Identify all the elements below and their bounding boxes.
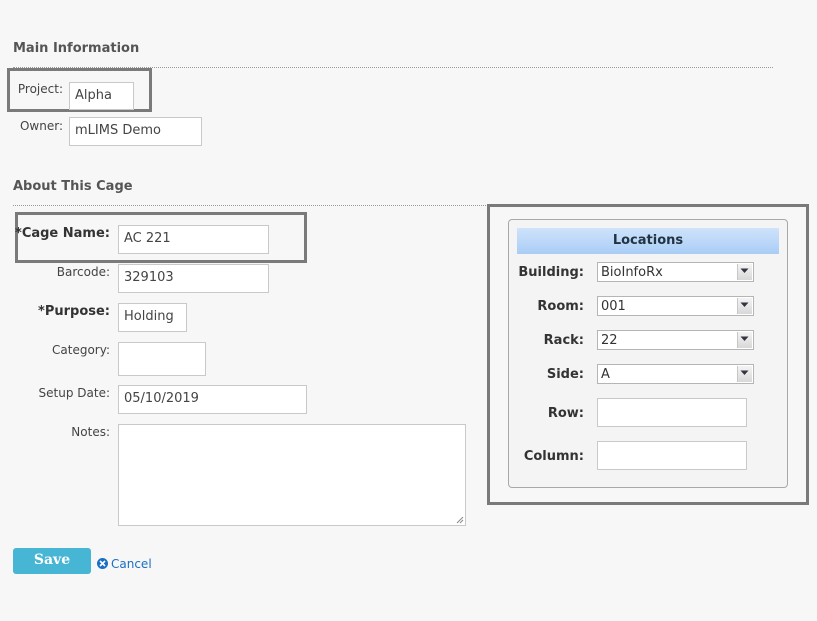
owner-label: Owner: xyxy=(19,119,63,133)
building-chevron-down-icon xyxy=(737,264,752,280)
cancel-link[interactable]: Cancel xyxy=(97,557,152,571)
rack-select-value: 22 xyxy=(601,333,618,348)
room-chevron-down-icon xyxy=(737,298,752,314)
cage-section-title: About This Cage xyxy=(13,179,133,194)
setup-date-label: Setup Date: xyxy=(38,386,110,400)
column-field[interactable] xyxy=(597,441,747,470)
category-field[interactable] xyxy=(118,342,206,376)
cancel-label: Cancel xyxy=(111,557,152,571)
barcode-field[interactable]: 329103 xyxy=(118,264,269,293)
column-label: Column: xyxy=(523,449,584,464)
project-field[interactable]: Alpha xyxy=(69,82,134,110)
row-label: Row: xyxy=(547,406,584,421)
notes-label: Notes: xyxy=(71,425,110,439)
category-label: Category: xyxy=(52,343,110,357)
side-chevron-down-icon xyxy=(737,366,752,382)
locations-header: Locations xyxy=(517,228,779,254)
resize-grip-icon[interactable] xyxy=(456,516,464,524)
owner-field[interactable]: mLIMS Demo xyxy=(69,117,202,146)
save-button[interactable]: Save xyxy=(13,548,91,574)
building-select[interactable]: BioInfoRx xyxy=(597,262,754,282)
room-label: Room: xyxy=(537,299,584,314)
room-select[interactable]: 001 xyxy=(597,296,754,316)
building-label: Building: xyxy=(518,265,584,280)
rack-label: Rack: xyxy=(543,333,584,348)
cancel-circle-x-icon xyxy=(97,558,108,569)
purpose-field[interactable]: Holding xyxy=(118,303,187,332)
main-info-title: Main Information xyxy=(13,41,140,56)
side-select[interactable]: A xyxy=(597,364,754,384)
cage-section-divider xyxy=(13,205,488,206)
project-label: Project: xyxy=(17,82,63,96)
room-select-value: 001 xyxy=(601,299,626,314)
rack-select[interactable]: 22 xyxy=(597,330,754,350)
row-field[interactable] xyxy=(597,398,747,427)
building-select-value: BioInfoRx xyxy=(601,265,663,280)
side-label: Side: xyxy=(546,367,584,382)
barcode-label: Barcode: xyxy=(56,265,110,279)
setup-date-field[interactable]: 05/10/2019 xyxy=(118,385,307,414)
rack-chevron-down-icon xyxy=(737,332,752,348)
side-select-value: A xyxy=(601,367,610,382)
purpose-label: *Purpose: xyxy=(38,304,110,319)
notes-textarea[interactable] xyxy=(118,424,466,526)
cage-name-label: *Cage Name: xyxy=(15,226,110,241)
cage-name-field[interactable]: AC 221 xyxy=(118,225,269,254)
